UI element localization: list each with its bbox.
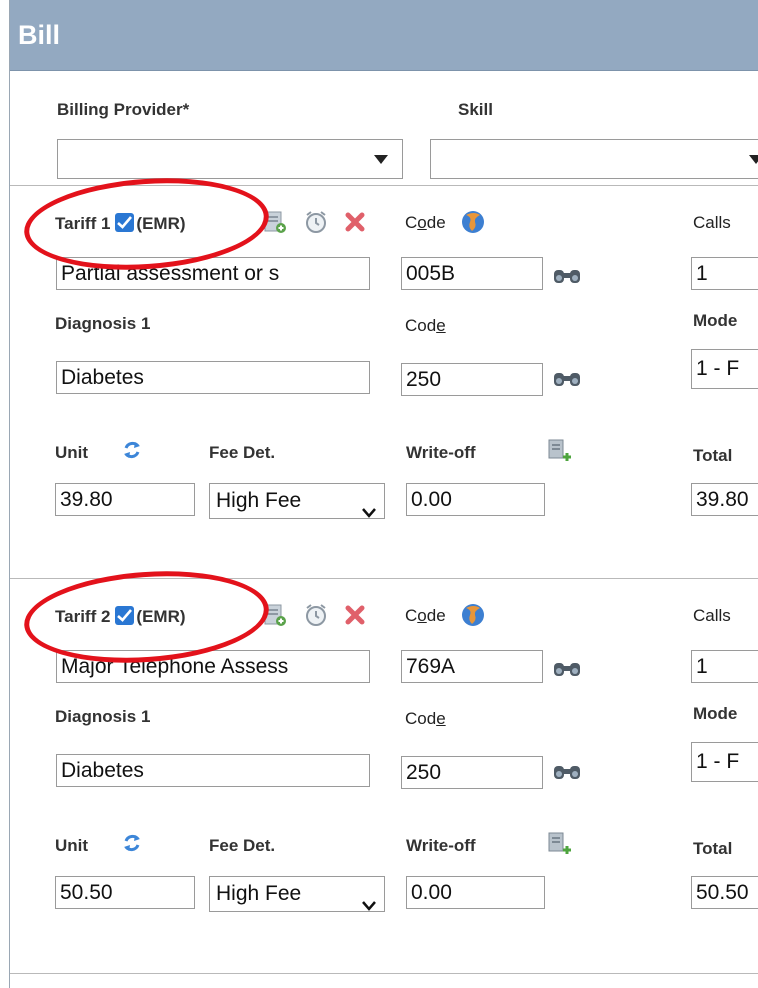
mode-select[interactable]: 1 - F: [691, 742, 758, 782]
chevron-down-icon: [362, 495, 376, 518]
code-label-part: de: [426, 213, 446, 232]
fee-det-value: High Fee: [216, 882, 302, 905]
add-document-icon[interactable]: [546, 830, 572, 856]
refresh-icon[interactable]: [121, 832, 143, 854]
code-label-part: de: [426, 606, 446, 625]
diagnosis-code-label: Code: [405, 709, 446, 729]
write-off-input[interactable]: 0.00: [406, 483, 545, 516]
tariff-label: Tariff 1 (EMR): [55, 213, 186, 234]
save-item-icon[interactable]: [262, 209, 288, 235]
calls-input[interactable]: 1: [691, 257, 758, 290]
diagnosis-label: Diagnosis 1: [55, 707, 151, 726]
fee-det-select[interactable]: High Fee: [209, 876, 385, 912]
code-label-part: C: [405, 606, 418, 625]
code-label-part: C: [405, 213, 418, 232]
calls-label: Calls: [693, 606, 731, 625]
save-item-icon[interactable]: [262, 602, 288, 628]
delete-x-icon[interactable]: [343, 210, 367, 234]
fee-det-select[interactable]: High Fee: [209, 483, 385, 519]
tariff-label-text: Tariff 1: [55, 214, 111, 233]
binoculars-icon[interactable]: [552, 763, 582, 781]
diagnosis-code-input[interactable]: 250: [401, 363, 543, 396]
binoculars-icon[interactable]: [552, 267, 582, 285]
binoculars-icon[interactable]: [552, 660, 582, 678]
write-off-label: Write-off: [406, 443, 476, 462]
emr-checkbox[interactable]: [115, 213, 135, 232]
fee-det-label: Fee Det.: [209, 443, 276, 462]
diagnosis-code-label: Code: [405, 316, 446, 336]
emr-label: (EMR): [136, 607, 186, 626]
unit-label: Unit: [55, 836, 89, 855]
unit-input[interactable]: 39.80: [55, 483, 195, 516]
tariff-label-text: Tariff 2: [55, 607, 111, 626]
code-label-part: o: [417, 606, 427, 625]
diagnosis-input[interactable]: Diabetes: [56, 361, 370, 394]
mode-select[interactable]: 1 - F: [691, 349, 758, 389]
total-label: Total: [693, 839, 733, 858]
alarm-clock-icon[interactable]: [303, 209, 329, 235]
unit-label: Unit: [55, 443, 89, 462]
binoculars-icon[interactable]: [552, 370, 582, 388]
diagnosis-code-label-part: e: [436, 316, 446, 335]
tariff-code-input[interactable]: 769A: [401, 650, 543, 683]
tariff-section: Tariff 1 (EMR) Code Calls Partial assessment…: [0, 170, 758, 580]
unit-input[interactable]: 50.50: [55, 876, 195, 909]
write-off-input[interactable]: 0.00: [406, 876, 545, 909]
code-label-part: o: [417, 213, 427, 232]
section-divider: [10, 973, 758, 974]
tariff-section: Tariff 2 (EMR) Code Calls Major Telephone As…: [0, 563, 758, 973]
code-label: Code: [405, 606, 446, 626]
refresh-icon[interactable]: [121, 439, 143, 461]
tariff-description-input[interactable]: Partial assessment or s: [56, 257, 370, 290]
mode-label: Mode: [693, 311, 738, 330]
diagnosis-input[interactable]: Diabetes: [56, 754, 370, 787]
add-document-icon[interactable]: [546, 437, 572, 463]
tariff-code-input[interactable]: 005B: [401, 257, 543, 290]
fee-det-value: High Fee: [216, 489, 302, 512]
globe-icon[interactable]: [460, 209, 486, 235]
total-input[interactable]: 50.50: [691, 876, 758, 909]
total-input[interactable]: 39.80: [691, 483, 758, 516]
diagnosis-code-label-part: Cod: [405, 316, 437, 335]
chevron-down-icon: [362, 888, 376, 911]
alarm-clock-icon[interactable]: [303, 602, 329, 628]
globe-icon[interactable]: [460, 602, 486, 628]
code-label: Code: [405, 213, 446, 233]
emr-checkbox[interactable]: [115, 606, 135, 625]
write-off-label: Write-off: [406, 836, 476, 855]
total-label: Total: [693, 446, 733, 465]
calls-input[interactable]: 1: [691, 650, 758, 683]
tariff-description-input[interactable]: Major Telephone Assess: [56, 650, 370, 683]
mode-label: Mode: [693, 704, 738, 723]
fee-det-label: Fee Det.: [209, 836, 276, 855]
diagnosis-code-input[interactable]: 250: [401, 756, 543, 789]
diagnosis-label: Diagnosis 1: [55, 314, 151, 333]
tariff-label: Tariff 2 (EMR): [55, 606, 186, 627]
delete-x-icon[interactable]: [343, 603, 367, 627]
emr-label: (EMR): [136, 214, 186, 233]
diagnosis-code-label-part: Cod: [405, 709, 437, 728]
diagnosis-code-label-part: e: [436, 709, 446, 728]
calls-label: Calls: [693, 213, 731, 232]
